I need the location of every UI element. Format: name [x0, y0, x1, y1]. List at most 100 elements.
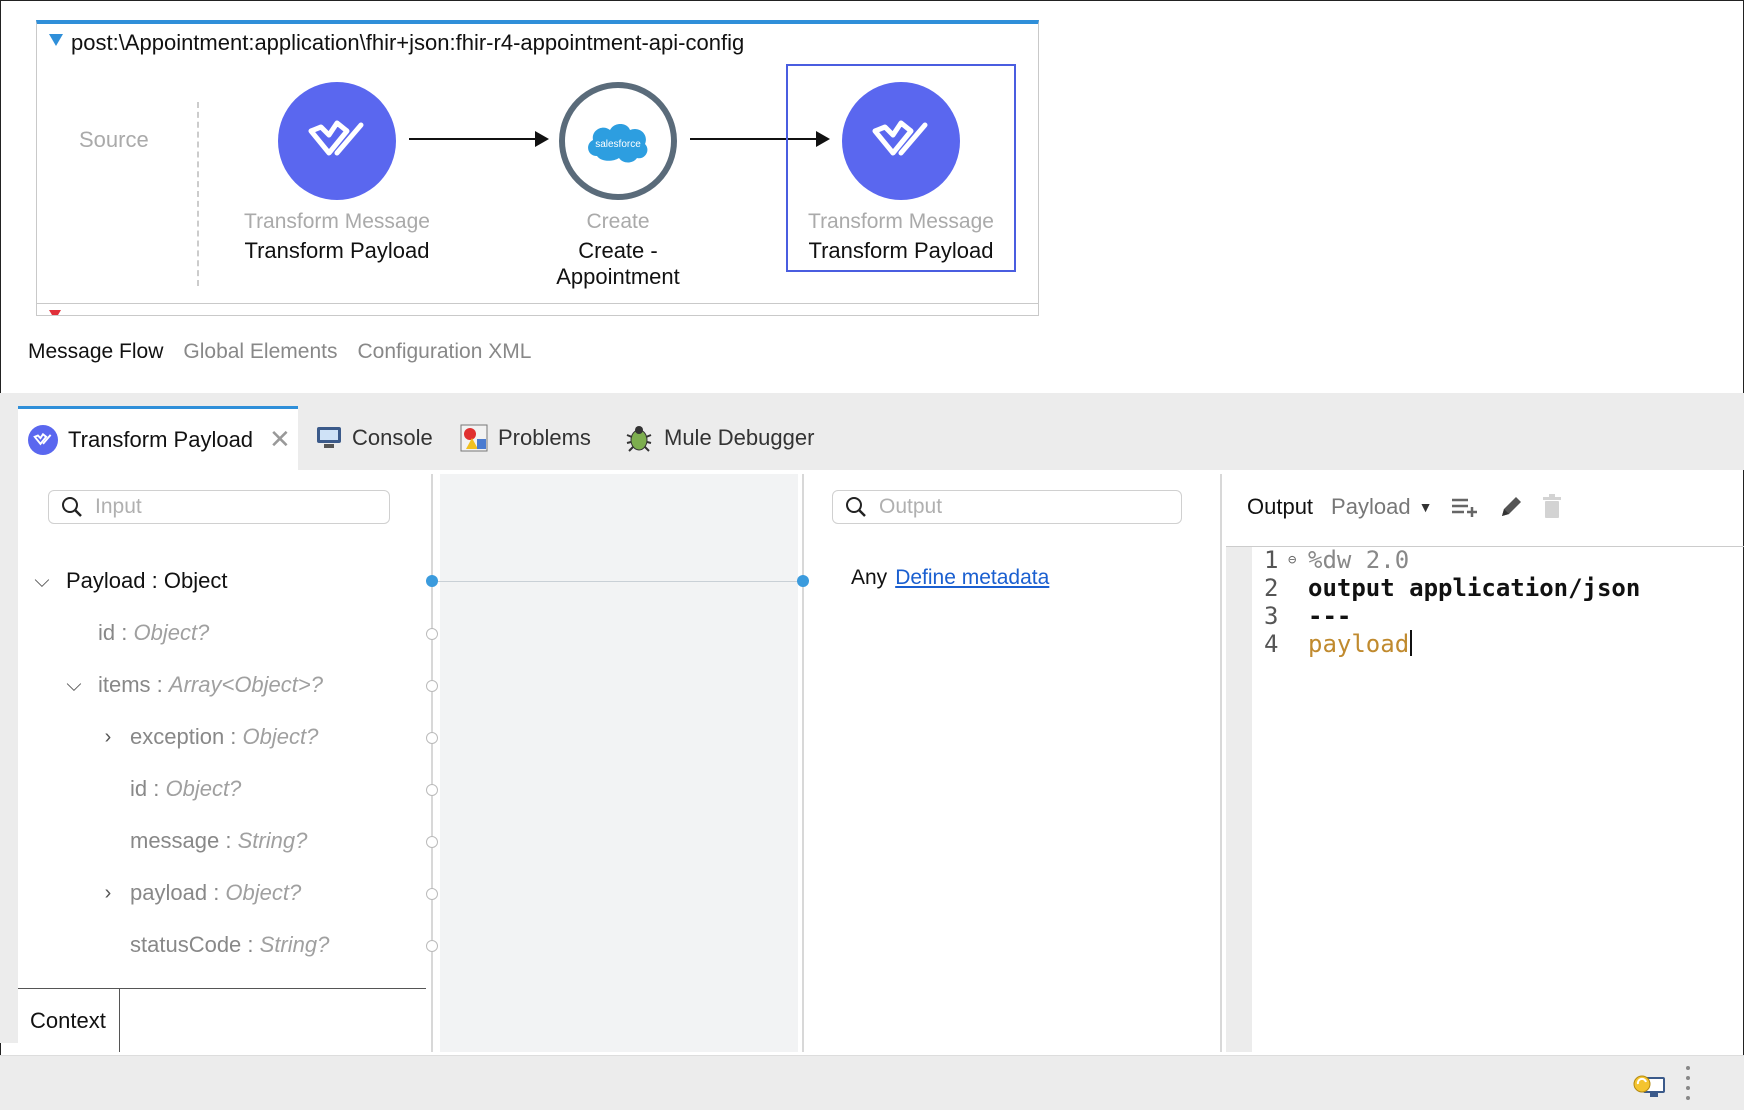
payload-dropdown[interactable]: Payload ▼ [1331, 494, 1432, 520]
input-search-field[interactable] [95, 495, 335, 519]
code-text: payload [1308, 630, 1410, 658]
tree-node-exception[interactable]: › exception : Object? [94, 722, 319, 752]
edit-pencil-icon[interactable] [1498, 494, 1524, 520]
tree-node-name: statusCode [130, 932, 242, 957]
tree-node-item-id[interactable]: id : Object? [130, 774, 241, 804]
sync-status-icon[interactable] [1632, 1068, 1668, 1100]
add-output-icon[interactable] [1450, 495, 1480, 519]
input-search[interactable] [48, 490, 390, 524]
console-icon [317, 427, 341, 448]
mapping-port[interactable] [426, 888, 438, 900]
tree-node-name: Payload [66, 568, 146, 593]
source-separator [197, 102, 199, 286]
code-line-3: 3 --- [1264, 602, 1640, 630]
transform-payload-node-2[interactable] [842, 82, 960, 200]
collapse-triangle-icon[interactable] [49, 310, 61, 315]
tab-label: Problems [498, 425, 591, 450]
tree-node-type: String? [259, 932, 330, 957]
tab-configuration-xml[interactable]: Configuration XML [357, 340, 531, 364]
flow-header[interactable]: post:\Appointment:application\fhir+json:… [49, 30, 744, 56]
script-toolbar: Output Payload ▼ [1247, 494, 1562, 520]
status-bar-grip[interactable] [1686, 1066, 1690, 1100]
tree-node-message[interactable]: message : String? [130, 826, 307, 856]
dropdown-arrow-icon: ▼ [1418, 499, 1433, 515]
tree-node-name: id [98, 620, 116, 645]
flow-container[interactable]: post:\Appointment:application\fhir+json:… [36, 20, 1039, 316]
next-flow-peek[interactable] [37, 303, 1038, 315]
trash-icon[interactable] [1542, 494, 1562, 520]
salesforce-icon: salesforce [588, 124, 648, 163]
create-appointment-node[interactable]: salesforce [559, 82, 677, 200]
node-type-label: Create [586, 210, 650, 233]
tree-node-payload[interactable]: ⌵ Payload : Object [28, 566, 227, 596]
mapping-port[interactable] [426, 784, 438, 796]
tree-node-id[interactable]: id : Object? [98, 618, 209, 648]
node-name-label: Create - Appointment [556, 238, 680, 289]
node-type-label: Transform Message [244, 210, 430, 233]
output-metadata-row: Any Define metadata [851, 566, 1049, 590]
tab-transform-payload[interactable]: Transform Payload ✕ [18, 406, 298, 470]
define-metadata-link[interactable]: Define metadata [895, 566, 1049, 590]
chevron-right-icon[interactable]: › [94, 882, 122, 905]
payload-dropdown-label: Payload [1331, 494, 1411, 519]
code-line-4: 4 payload [1264, 630, 1640, 658]
output-search-field[interactable] [879, 495, 1119, 519]
tree-node-name: exception [130, 724, 225, 749]
status-bar [0, 1055, 1744, 1110]
tree-node-type: Object? [165, 776, 242, 801]
script-divider [1220, 474, 1222, 1052]
dataweave-icon [308, 120, 364, 156]
left-gutter [0, 393, 18, 1043]
any-type-label: Any [851, 566, 888, 589]
code-text: %dw 2.0 [1308, 546, 1410, 574]
code-gutter [1226, 547, 1252, 1052]
node-name-label: Transform Payload [808, 238, 994, 263]
tree-node-item-payload[interactable]: › payload : Object? [94, 878, 302, 908]
tree-node-name: items [98, 672, 151, 697]
tree-node-name: message [130, 828, 220, 853]
chevron-down-icon[interactable]: ⌵ [60, 674, 88, 697]
chevron-right-icon[interactable]: › [94, 726, 122, 749]
line-number: 4 [1264, 630, 1279, 658]
tree-node-type: Object [163, 568, 228, 593]
mapping-port[interactable] [426, 732, 438, 744]
chevron-down-icon[interactable]: ⌵ [28, 570, 56, 593]
source-label[interactable]: Source [79, 127, 149, 153]
output-search[interactable] [832, 490, 1182, 524]
mapping-port[interactable] [426, 628, 438, 640]
text-cursor [1410, 630, 1413, 656]
mapping-port[interactable] [426, 680, 438, 692]
transform-payload-node-1[interactable] [278, 82, 396, 200]
tab-global-elements[interactable]: Global Elements [183, 340, 337, 364]
mapping-port[interactable] [426, 940, 438, 952]
code-lines[interactable]: 1 ⊖ %dw 2.0 2 output application/json 3 … [1264, 546, 1640, 658]
tab-context[interactable]: Context [18, 988, 120, 1052]
node-caption-1: Transform Message Transform Payload [227, 210, 447, 264]
tab-mule-debugger[interactable]: Mule Debugger [624, 406, 814, 470]
tree-node-items[interactable]: ⌵ items : Array<Object>? [60, 670, 323, 700]
fold-collapse-icon[interactable]: ⊖ [1288, 546, 1308, 574]
mapping-connection-line [432, 581, 804, 582]
dataweave-icon [872, 120, 928, 156]
collapse-triangle-icon[interactable] [49, 34, 63, 46]
mapping-port[interactable] [426, 836, 438, 848]
tree-node-type: Object? [225, 880, 302, 905]
tree-node-type: Array<Object>? [168, 672, 323, 697]
line-number: 3 [1264, 602, 1279, 630]
tree-node-status-code[interactable]: statusCode : String? [130, 930, 329, 960]
close-icon[interactable]: ✕ [269, 424, 291, 455]
tab-label: Console [352, 425, 433, 450]
mapping-port-target[interactable] [797, 575, 809, 587]
mapping-canvas[interactable] [440, 474, 798, 1052]
tab-console[interactable]: Console [316, 406, 433, 470]
tab-message-flow[interactable]: Message Flow [28, 340, 163, 364]
context-tab-line [120, 988, 426, 989]
code-text: output application/json [1308, 574, 1641, 602]
mapping-port-source[interactable] [426, 575, 438, 587]
output-label: Output [1247, 494, 1314, 519]
node-type-label: Transform Message [808, 210, 994, 233]
tab-problems[interactable]: Problems [460, 406, 591, 470]
node-caption-2: Create Create - Appointment [508, 210, 728, 290]
arrow-head-icon [535, 131, 549, 147]
tree-node-type: Object? [242, 724, 319, 749]
